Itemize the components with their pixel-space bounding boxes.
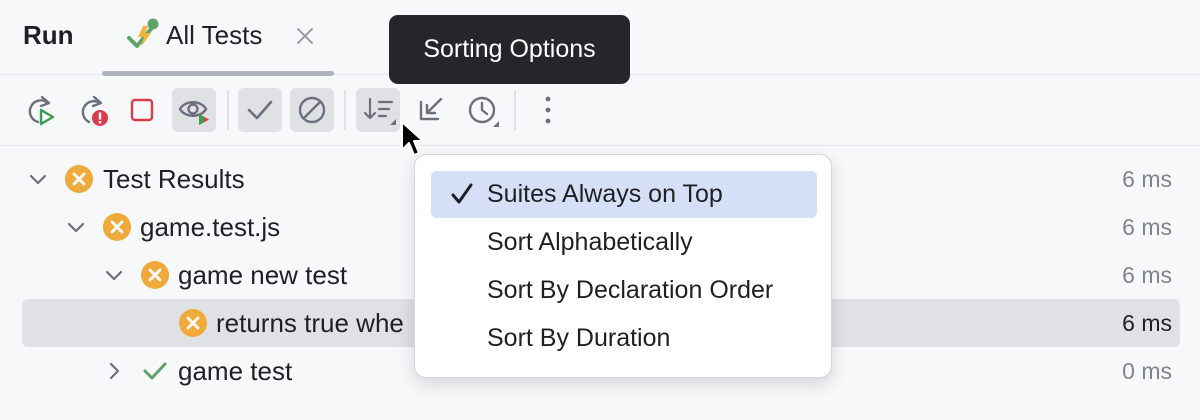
check-icon (247, 100, 273, 120)
failed-icon (103, 213, 131, 241)
tree-row-label: game test (178, 356, 293, 386)
tree-row-duration: 6 ms (1122, 214, 1172, 240)
rerun-icon (28, 95, 55, 126)
tree-row-label: Test Results (103, 164, 245, 194)
checkmark-icon (451, 183, 473, 204)
sorting-options-tooltip: Sorting Options (389, 15, 630, 84)
more-vertical-icon (545, 96, 551, 124)
tool-window-title: Run (23, 20, 74, 50)
menu-item-label: Sort Alphabetically (487, 228, 693, 256)
watch-toggle[interactable] (172, 88, 216, 132)
passed-icon (143, 362, 167, 380)
rerun-failed-icon (81, 95, 108, 126)
menu-item-label: Suites Always on Top (487, 180, 723, 208)
ignored-icon (298, 96, 326, 124)
menu-item-suites-always-on-top[interactable]: Suites Always on Top (431, 171, 817, 218)
chevron-down-icon[interactable] (26, 167, 50, 191)
failed-icon (141, 261, 169, 289)
show-passed-toggle[interactable] (238, 88, 282, 132)
tree-row-label: game new test (178, 260, 348, 290)
tree-row-duration: 6 ms (1122, 310, 1172, 336)
menu-item-label: Sort By Duration (487, 324, 671, 352)
mouse-cursor-icon (401, 121, 424, 156)
history-button[interactable] (460, 88, 504, 132)
chevron-down-icon[interactable] (64, 215, 88, 239)
stop-icon (130, 98, 154, 122)
failed-icon (179, 309, 207, 337)
failed-icon (65, 165, 93, 193)
sorting-options-menu: Suites Always on Top Sort Alphabetically… (414, 154, 832, 378)
menu-item-sort-by-declaration-order[interactable]: Sort By Declaration Order (431, 267, 817, 314)
sort-icon (363, 97, 396, 125)
rerun-button[interactable] (18, 88, 62, 132)
menu-item-label: Sort By Declaration Order (487, 276, 774, 304)
rerun-failed-button[interactable] (70, 88, 114, 132)
chevron-down-icon[interactable] (102, 263, 126, 287)
tab-all-tests[interactable]: All Tests (102, 0, 334, 76)
clock-icon (468, 96, 499, 127)
tree-row-duration: 6 ms (1122, 166, 1172, 192)
chevron-right-icon[interactable] (102, 359, 126, 383)
toolbar-separator (344, 90, 346, 130)
tree-row-duration: 6 ms (1122, 262, 1172, 288)
tree-row-label: returns true whe (216, 308, 404, 338)
tree-row-duration: 0 ms (1122, 358, 1172, 384)
more-button[interactable] (526, 88, 570, 132)
tree-row-label: game.test.js (140, 212, 281, 242)
toolbar-separator (227, 90, 229, 130)
test-toolbar (0, 76, 1200, 146)
stop-button[interactable] (120, 88, 164, 132)
tab-label: All Tests (166, 20, 263, 50)
menu-item-sort-alphabetically[interactable]: Sort Alphabetically (431, 219, 817, 266)
eye-icon (178, 101, 209, 125)
menu-item-sort-by-duration[interactable]: Sort By Duration (431, 315, 817, 362)
show-ignored-toggle[interactable] (290, 88, 334, 132)
sort-button[interactable] (356, 88, 400, 132)
close-icon[interactable] (292, 23, 318, 49)
toolbar-separator (514, 90, 516, 130)
test-run-icon (127, 18, 159, 48)
